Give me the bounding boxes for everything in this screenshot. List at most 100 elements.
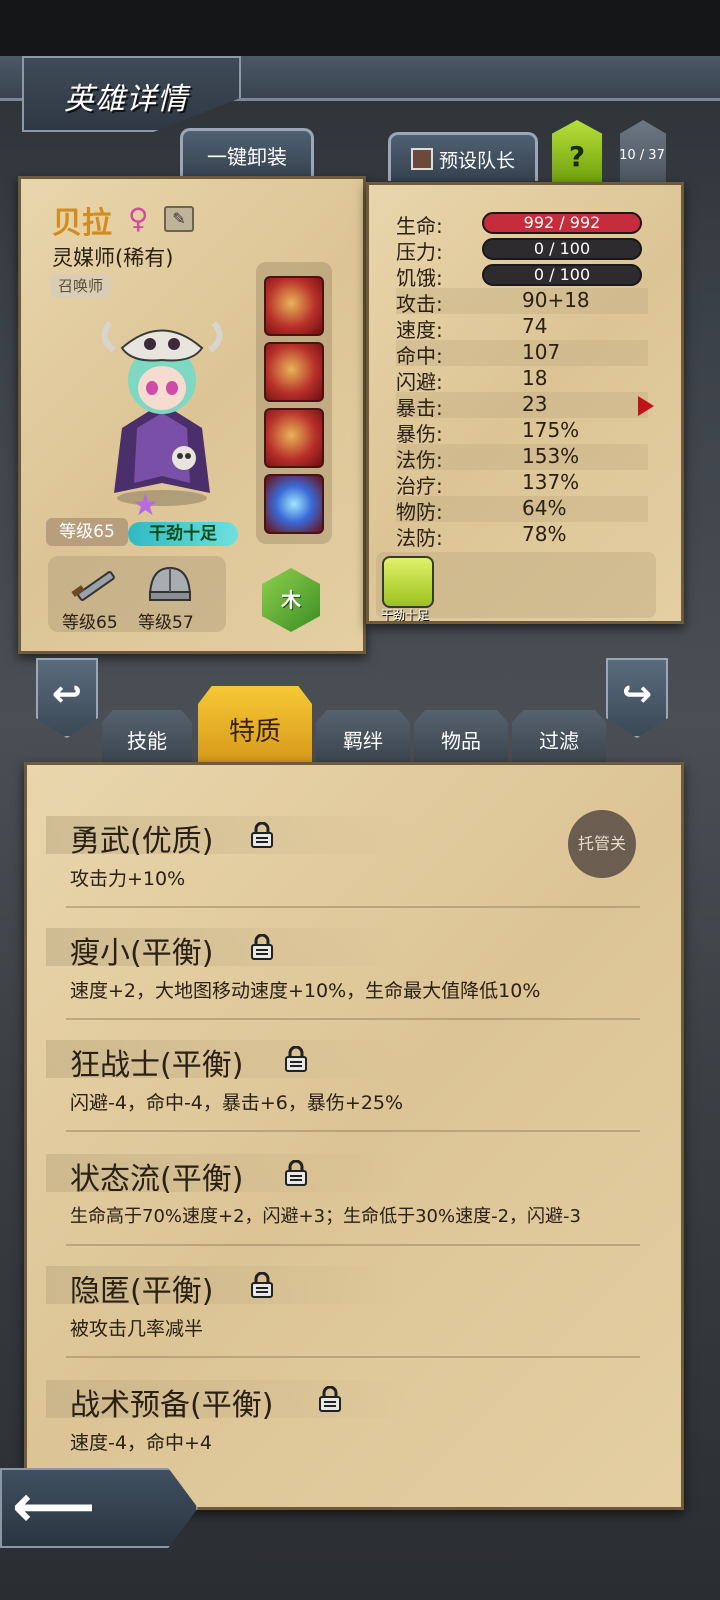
stat-value: 90+18	[522, 288, 590, 312]
stat-label: 命中:	[396, 344, 443, 368]
skill-bat-icon[interactable]	[264, 276, 324, 336]
stat-row: 暴击: 23	[396, 392, 648, 420]
stress-bar: 0 / 100	[482, 238, 642, 260]
trait-name: 状态流(平衡)	[70, 1162, 244, 1197]
stat-value: 107	[522, 340, 561, 364]
trait-description: 攻击力+10%	[70, 868, 186, 890]
divider	[66, 1018, 640, 1020]
female-gender-icon: ♀	[128, 202, 149, 235]
hero-count: 10 / 37	[619, 148, 665, 163]
rename-edit-icon[interactable]: ✎	[164, 206, 194, 232]
preset-captain-checkbox[interactable]	[410, 148, 433, 170]
lock-icon[interactable]	[284, 1160, 308, 1186]
stat-label: 攻击:	[396, 292, 443, 316]
stats-expand-arrow-icon[interactable]	[638, 396, 654, 416]
skill-orb-icon[interactable]	[264, 474, 324, 534]
stat-row-stress: 压力: 0 / 100	[396, 236, 648, 264]
stat-row: 命中: 107	[396, 340, 648, 368]
stat-row: 治疗: 137%	[396, 470, 648, 498]
tab-items[interactable]: 物品	[414, 710, 508, 766]
armor-helmet-icon[interactable]	[144, 562, 196, 606]
stat-row: 物防: 64%	[396, 496, 648, 524]
stat-label: 法防:	[396, 526, 443, 550]
stat-label: 暴击:	[396, 396, 443, 420]
divider	[66, 1130, 640, 1132]
trait-name: 隐匿(平衡)	[70, 1274, 214, 1309]
stat-label: 物防:	[396, 500, 443, 524]
tab-traits[interactable]: 特质	[198, 686, 312, 768]
auto-manage-toggle[interactable]: 托管关	[568, 810, 636, 878]
hero-portrait	[101, 321, 223, 506]
trait-description: 被攻击几率减半	[70, 1318, 204, 1340]
weapon-level: 等级65	[62, 613, 118, 633]
hero-mood: 干劲十足	[128, 522, 238, 546]
preset-captain-toggle[interactable]: 预设队长	[388, 132, 538, 181]
previous-hero-button[interactable]: ↩	[36, 658, 98, 738]
tab-bonds[interactable]: 羁绊	[316, 710, 410, 766]
stat-label: 闪避:	[396, 370, 443, 394]
hero-class: 灵媒师(稀有)	[52, 246, 174, 270]
lock-icon[interactable]	[318, 1386, 342, 1412]
skill-icons-column	[256, 262, 332, 544]
trait-description: 速度+2，大地图移动速度+10%，生命最大值降低10%	[70, 980, 541, 1002]
stat-value: 153%	[522, 444, 580, 468]
stat-label: 治疗:	[396, 474, 443, 498]
unequip-all-button[interactable]: 一键卸装	[180, 128, 314, 179]
stat-value: 23	[522, 392, 548, 416]
stat-label: 生命:	[396, 214, 443, 238]
lock-icon[interactable]	[250, 822, 274, 848]
skill-horn-icon[interactable]	[264, 342, 324, 402]
stat-value: 175%	[522, 418, 580, 442]
lock-icon[interactable]	[250, 934, 274, 960]
stat-value: 137%	[522, 470, 580, 494]
hp-bar: 992 / 992	[482, 212, 642, 234]
tab-skills[interactable]: 技能	[102, 710, 192, 766]
lock-icon[interactable]	[250, 1272, 274, 1298]
stat-row: 速度: 74	[396, 314, 648, 342]
stat-value: 74	[522, 314, 548, 338]
trait-description: 生命高于70%速度+2，闪避+3；生命低于30%速度-2，闪避-3	[70, 1206, 581, 1227]
stat-row-hp: 生命: 992 / 992	[396, 210, 648, 238]
stat-label: 暴伤:	[396, 422, 443, 446]
next-hero-button[interactable]: ↪	[606, 658, 668, 738]
stat-value: 18	[522, 366, 548, 390]
trait-description: 闪避-4，命中-4，暴击+6，暴伤+25%	[70, 1092, 404, 1114]
tab-filter[interactable]: 过滤	[512, 710, 606, 766]
stat-row: 法伤: 153%	[396, 444, 648, 472]
stat-row: 法防: 78%	[396, 522, 648, 550]
back-arrow-icon[interactable]: ⟵	[12, 1476, 95, 1536]
page-title: 英雄详情	[64, 82, 188, 117]
star-rank-icon: ★	[132, 488, 159, 523]
preset-captain-label: 预设队长	[438, 150, 515, 172]
stat-row: 闪避: 18	[396, 366, 648, 394]
divider	[66, 1356, 640, 1358]
stat-label: 法伤:	[396, 448, 443, 472]
trait-name: 勇武(优质)	[70, 824, 214, 859]
stat-value: 78%	[522, 522, 567, 546]
lock-icon[interactable]	[284, 1046, 308, 1072]
stat-value: 64%	[522, 496, 567, 520]
stat-row-hunger: 饥饿: 0 / 100	[396, 262, 648, 290]
help-button[interactable]: ?	[552, 120, 602, 182]
system-status-bar	[0, 0, 720, 56]
stat-row: 暴伤: 175%	[396, 418, 648, 446]
stat-label: 速度:	[396, 318, 443, 342]
stat-row: 攻击: 90+18	[396, 288, 648, 316]
trait-name: 狂战士(平衡)	[70, 1048, 244, 1083]
hero-name: 贝拉	[52, 206, 112, 241]
stat-label: 饥饿:	[396, 266, 443, 290]
weapon-sword-icon[interactable]	[66, 566, 126, 606]
hunger-bar: 0 / 100	[482, 264, 642, 286]
skill-axe-icon[interactable]	[264, 408, 324, 468]
divider	[66, 906, 640, 908]
hero-level: 等级65	[46, 518, 128, 546]
hero-role-tag: 召唤师	[50, 274, 112, 298]
motivated-status-icon[interactable]	[382, 556, 434, 608]
stat-label: 压力:	[396, 240, 443, 264]
trait-description: 速度-4，命中+4	[70, 1432, 212, 1454]
trait-name: 瘦小(平衡)	[70, 936, 214, 971]
status-label: 干劲十足	[380, 608, 429, 622]
trait-name: 战术预备(平衡)	[70, 1388, 274, 1423]
armor-level: 等级57	[138, 613, 194, 633]
divider	[66, 1244, 640, 1246]
